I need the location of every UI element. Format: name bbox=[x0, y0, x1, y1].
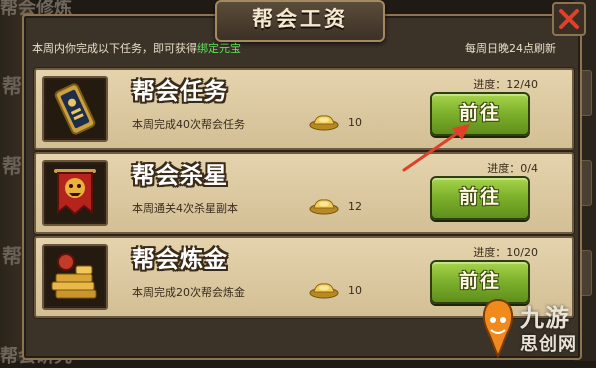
task-description: 本周通关4次杀星副本 bbox=[132, 202, 238, 215]
task-reward-value: 10 bbox=[348, 284, 362, 297]
background-tab-fragment: 帮 bbox=[2, 154, 23, 178]
task-reward-value: 12 bbox=[348, 200, 362, 213]
close-x-icon bbox=[559, 9, 579, 29]
task-progress: 进度：0/4 bbox=[487, 162, 538, 175]
watermark-line1: 九游 bbox=[520, 304, 570, 332]
dialog-intro: 本周内你完成以下任务，即可获得绑定元宝 bbox=[32, 40, 241, 56]
guild-token-icon bbox=[46, 80, 104, 138]
gold-ingot-icon bbox=[309, 283, 339, 299]
refresh-note: 每周日晚24点刷新 bbox=[465, 42, 556, 55]
annotation-arrow-icon bbox=[402, 124, 470, 172]
watermark-logo-icon bbox=[482, 298, 514, 358]
task-name: 帮会炼金 bbox=[132, 247, 228, 273]
gold-ingot-icon bbox=[309, 115, 339, 131]
task-icon-frame bbox=[42, 76, 108, 142]
task-icon-frame bbox=[42, 160, 108, 226]
task-row-guild-task: 帮会任务 本周完成40次帮会任务 10 进度：12/40 前往 bbox=[34, 68, 574, 150]
background-tab-fragment: 帮 bbox=[2, 244, 23, 268]
task-icon-frame bbox=[42, 244, 108, 310]
task-name: 帮会任务 bbox=[132, 79, 228, 105]
intro-highlight: 绑定元宝 bbox=[197, 42, 241, 55]
watermark-line2: 思创网 bbox=[520, 334, 577, 355]
task-progress: 进度：10/20 bbox=[473, 246, 538, 259]
task-name: 帮会杀星 bbox=[132, 163, 228, 189]
gold-ingot-icon bbox=[309, 199, 339, 215]
go-button[interactable]: 前往 bbox=[430, 176, 530, 220]
intro-text: 本周内你完成以下任务，即可获得 bbox=[32, 42, 197, 55]
dialog-title-plaque: 帮会工资 bbox=[215, 0, 385, 42]
close-button[interactable] bbox=[552, 2, 586, 36]
task-description: 本周完成20次帮会炼金 bbox=[132, 286, 245, 299]
task-row-guild-star-kill: 帮会杀星 本周通关4次杀星副本 12 进度：0/4 前往 bbox=[34, 152, 574, 234]
gold-pile-icon bbox=[46, 248, 104, 306]
task-description: 本周完成40次帮会任务 bbox=[132, 118, 245, 131]
dialog-title: 帮会工资 bbox=[252, 7, 348, 31]
task-progress: 进度：12/40 bbox=[473, 78, 538, 91]
task-reward-value: 10 bbox=[348, 116, 362, 129]
background-tab-fragment: 帮 bbox=[2, 74, 23, 98]
go-button-label: 前往 bbox=[458, 270, 501, 292]
demon-banner-icon bbox=[46, 164, 104, 222]
watermark: 九游 思创网 bbox=[478, 296, 596, 361]
go-button-label: 前往 bbox=[458, 186, 501, 208]
